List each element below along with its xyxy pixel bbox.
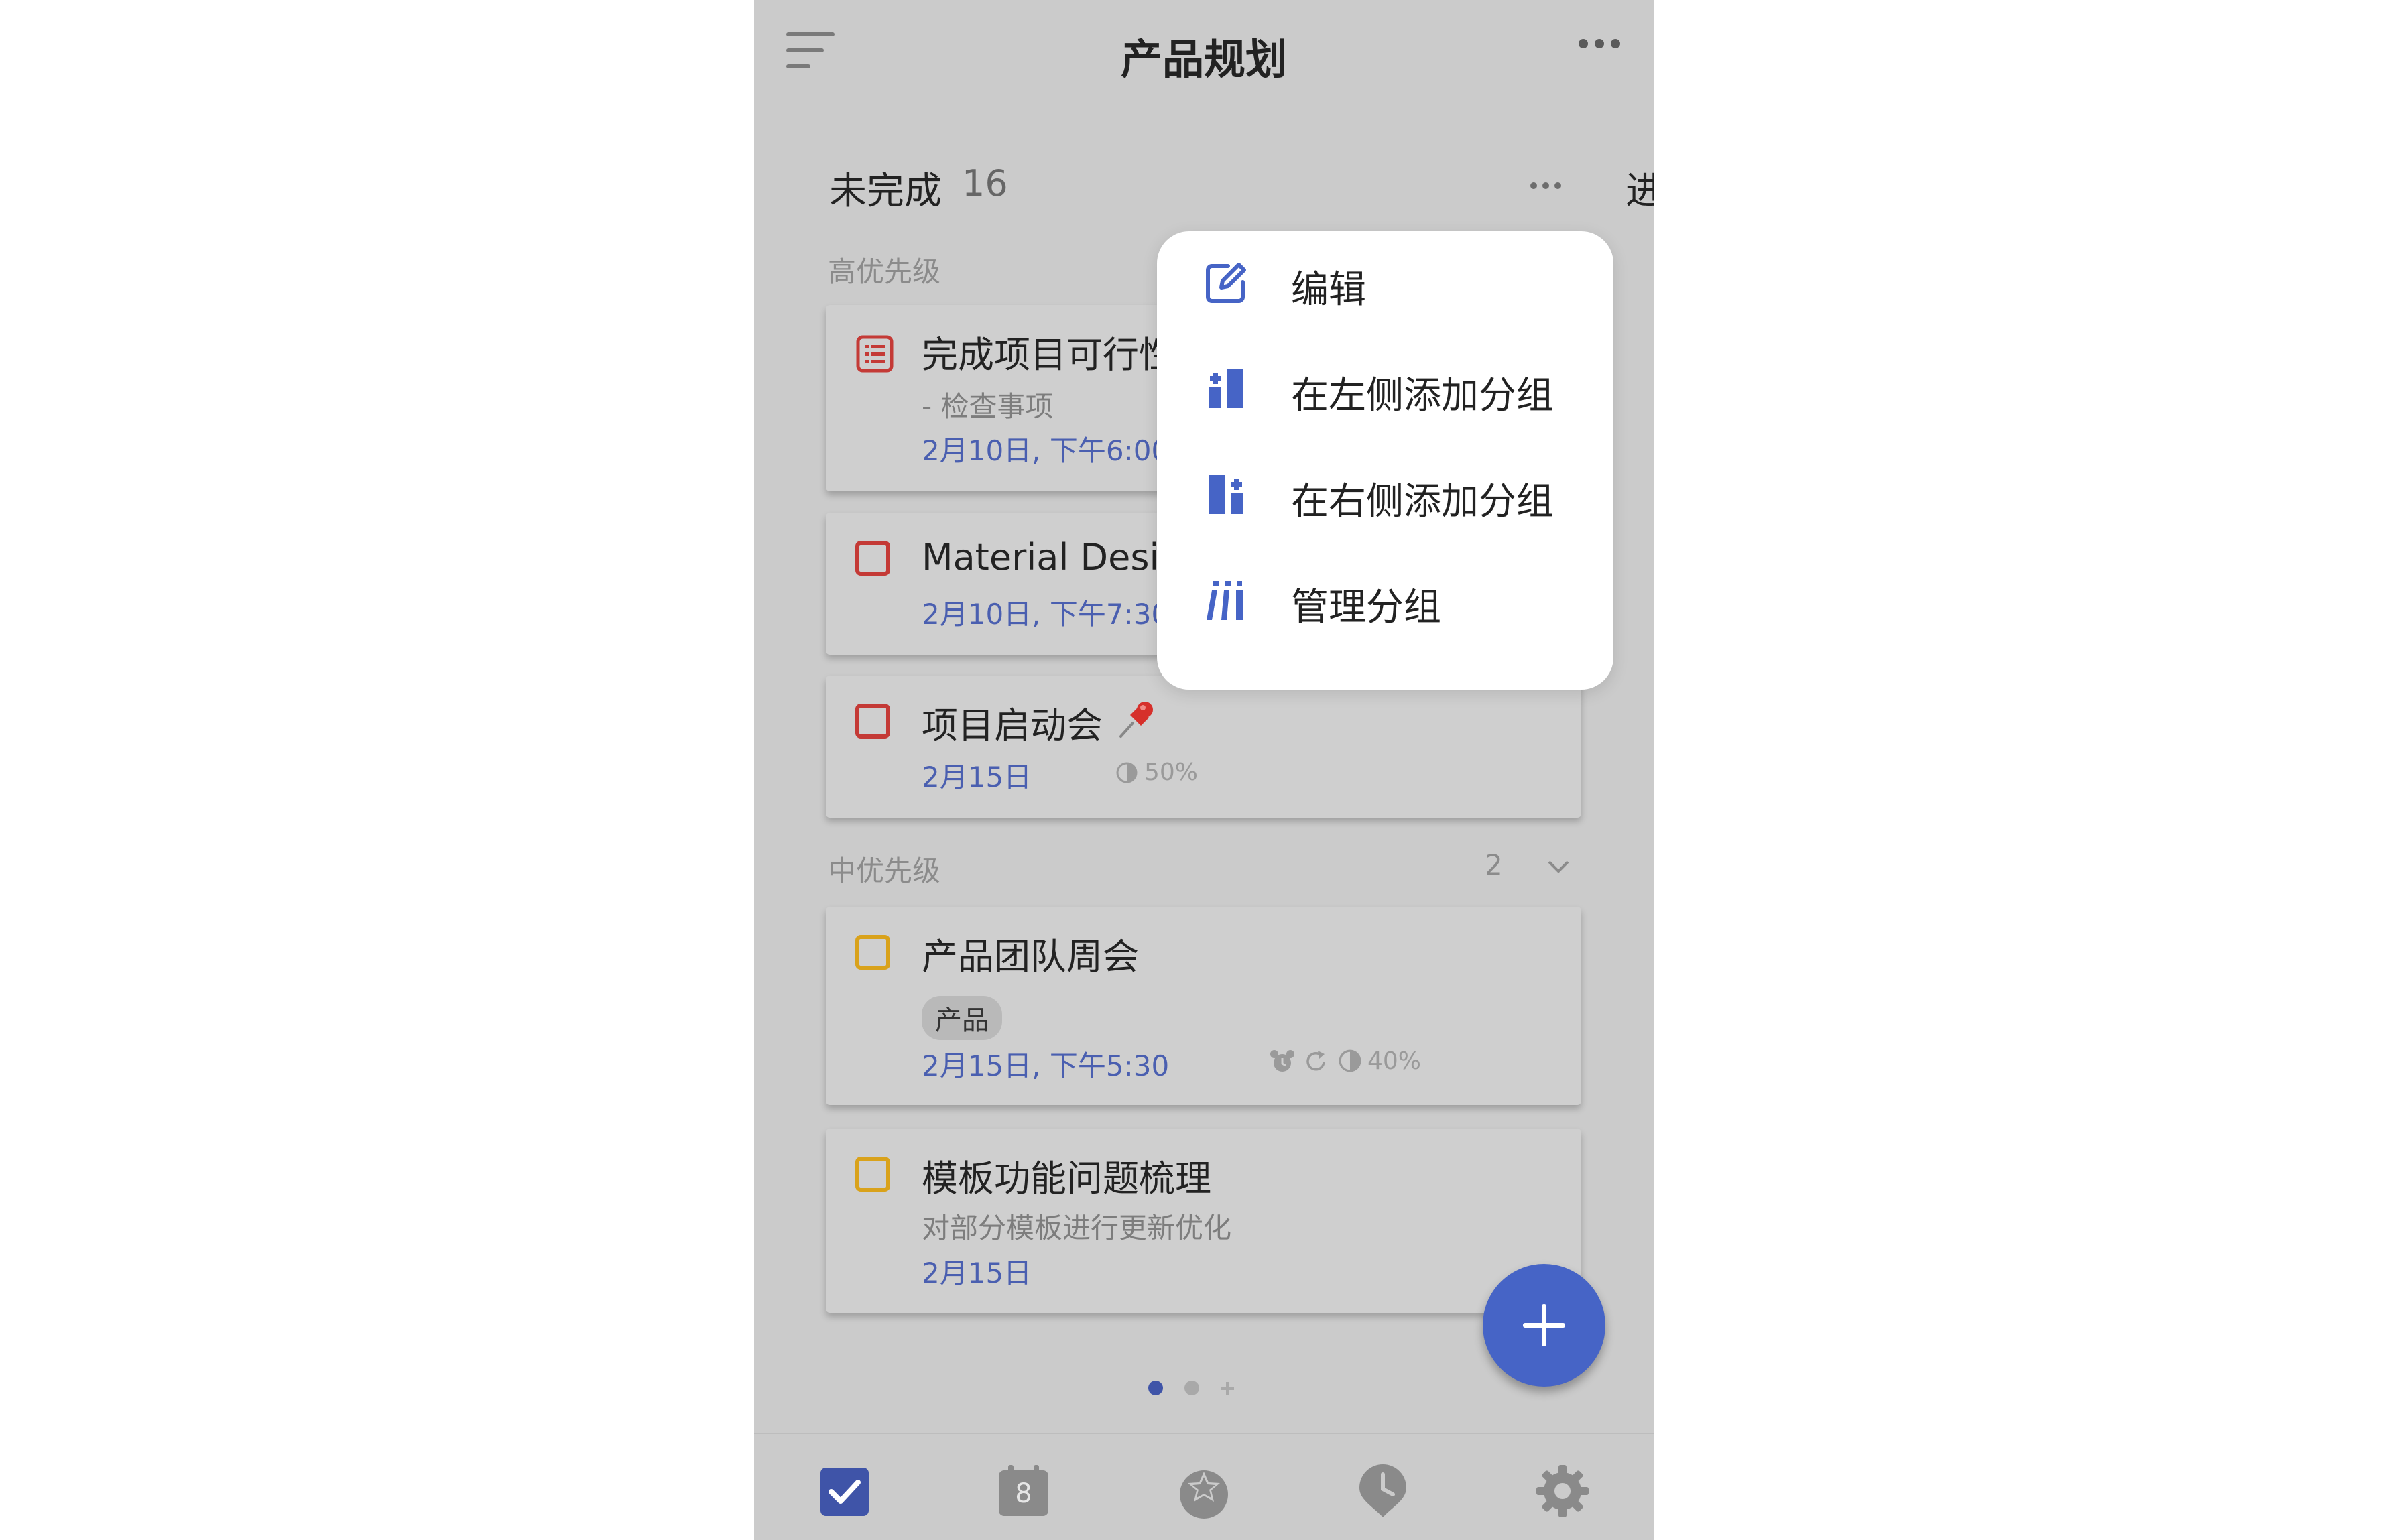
menu-item-label: 在左侧添加分组: [1291, 374, 1554, 418]
page-indicator: [754, 1381, 1654, 1397]
menu-item-label: 管理分组: [1291, 586, 1441, 629]
task-title-text: 项目启动会: [922, 704, 1103, 747]
calendar-day: 8: [1015, 1478, 1032, 1509]
repeat-icon: [1306, 1051, 1325, 1071]
checklist-icon[interactable]: [855, 334, 894, 373]
tasks-icon[interactable]: [816, 1462, 874, 1520]
phone-screen: 产品规划 未完成 16 进 高优先级 完成项目可行性 - 检查事项 2月10日,…: [754, 0, 1654, 1540]
menu-item-add-left[interactable]: 在左侧添加分组: [1157, 337, 1613, 438]
menu-item-manage[interactable]: 管理分组: [1157, 549, 1613, 649]
pushpin-icon: [1119, 702, 1154, 738]
add-page-icon[interactable]: [1219, 1380, 1236, 1397]
task-title: 项目启动会: [922, 696, 1158, 749]
task-date: 2月10日, 下午7:30: [922, 598, 1170, 631]
pomodoro-icon[interactable]: [1354, 1462, 1412, 1520]
menu-item-edit[interactable]: 编辑: [1157, 231, 1613, 332]
progress-text: 40%: [1367, 1047, 1422, 1075]
add-task-button[interactable]: [1483, 1264, 1605, 1387]
page-title: 产品规划: [1120, 35, 1287, 84]
task-title: 产品团队周会: [922, 936, 1139, 978]
task-date: 2月15日: [922, 761, 1032, 793]
task-card[interactable]: 项目启动会 2月15日 50%: [826, 676, 1581, 818]
task-card[interactable]: 模板功能问题梳理 对部分模板进行更新优化 2月15日: [826, 1129, 1581, 1313]
column-title: 未完成: [829, 170, 942, 213]
task-checkbox[interactable]: [855, 541, 890, 576]
calendar-icon[interactable]: 8: [995, 1462, 1052, 1520]
more-options-icon[interactable]: [1579, 39, 1620, 48]
column-more-icon[interactable]: [1530, 182, 1561, 189]
page-dot[interactable]: [1184, 1381, 1199, 1395]
add-left-group-icon: [1209, 369, 1243, 408]
task-date: 2月15日: [922, 1257, 1032, 1289]
alarm-icon: [1270, 1050, 1294, 1072]
task-checkbox[interactable]: [855, 704, 890, 739]
next-column-title[interactable]: 进: [1626, 161, 1654, 215]
column-count: 16: [962, 162, 1008, 204]
task-checkbox[interactable]: [855, 1157, 890, 1192]
progress-text: 50%: [1144, 759, 1199, 786]
page-dot-active[interactable]: [1148, 1381, 1163, 1395]
progress-icon: [1116, 762, 1138, 783]
progress-icon: [1339, 1049, 1361, 1072]
chevron-down-icon[interactable]: [1545, 854, 1572, 881]
task-subtitle: - 检查事项: [922, 390, 1054, 423]
task-card[interactable]: 产品团队周会 产品 2月15日, 下午5:30 40%: [826, 907, 1581, 1105]
menu-item-add-right[interactable]: 在右侧添加分组: [1157, 443, 1613, 543]
add-right-group-icon: [1209, 475, 1243, 514]
task-date: 2月10日, 下午6:00: [922, 434, 1170, 467]
section-count: 2: [1485, 848, 1503, 881]
task-checkbox[interactable]: [855, 935, 890, 970]
task-tag[interactable]: 产品: [922, 996, 1002, 1040]
task-subtitle: 对部分模板进行更新优化: [922, 1212, 1232, 1244]
menu-item-label: 在右侧添加分组: [1291, 480, 1554, 523]
section-medium-priority: 中优先级: [828, 854, 941, 887]
task-title: 完成项目可行性: [922, 334, 1175, 376]
plus-icon-vertical: [1542, 1304, 1546, 1346]
edit-icon: [1206, 263, 1246, 303]
bottom-navigation: 8: [754, 1433, 1654, 1540]
task-date: 2月15日, 下午5:30: [922, 1049, 1170, 1082]
habit-icon[interactable]: [1175, 1462, 1233, 1520]
settings-icon[interactable]: [1534, 1462, 1591, 1520]
menu-item-label: 编辑: [1291, 268, 1366, 312]
section-high-priority: 高优先级: [828, 255, 941, 288]
manage-groups-icon: [1207, 581, 1243, 620]
task-title: 模板功能问题梳理: [922, 1157, 1211, 1200]
group-context-menu: 编辑 在左侧添加分组 在右侧添加分组 管理分组: [1157, 231, 1613, 690]
